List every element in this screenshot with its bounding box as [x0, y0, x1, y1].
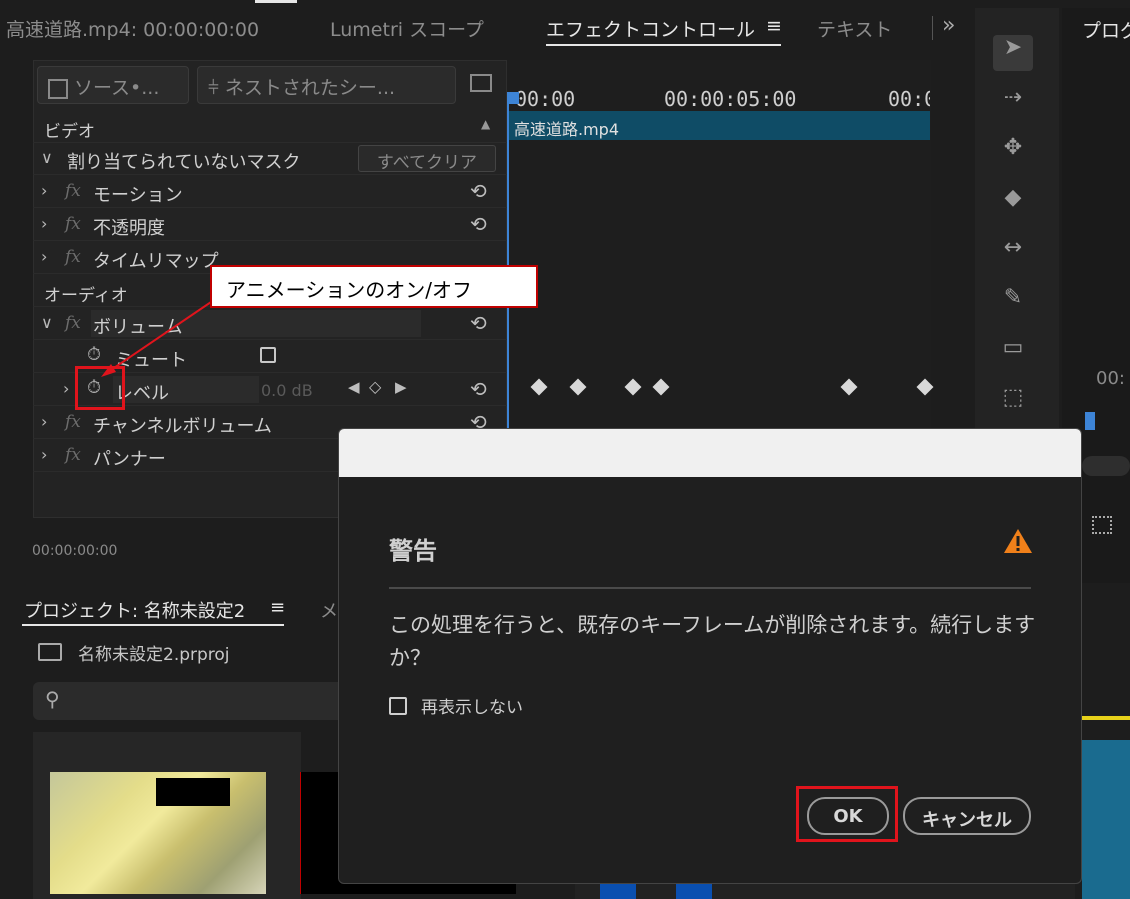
- dialog-title: 警告: [389, 537, 437, 565]
- dialog-message: この処理を行うと、既存のキーフレームが削除されます。続行しますか？: [389, 613, 1036, 670]
- dont-show-again-label: 再表示しない: [421, 698, 523, 718]
- warning-icon: [1004, 529, 1032, 553]
- dialog-divider: [389, 587, 1031, 589]
- warning-dialog: 警告 この処理を行うと、既存のキーフレームが削除されます。続行しますか？ 再表示…: [338, 428, 1082, 884]
- callout-label: アニメーションのオン/オフ: [210, 265, 538, 308]
- dont-show-again-checkbox[interactable]: [389, 697, 407, 715]
- stopwatch-highlight-box: [75, 366, 125, 410]
- dialog-titlebar[interactable]: [339, 429, 1081, 477]
- cancel-button[interactable]: キャンセル: [903, 797, 1031, 835]
- ok-highlight-box: [796, 786, 898, 842]
